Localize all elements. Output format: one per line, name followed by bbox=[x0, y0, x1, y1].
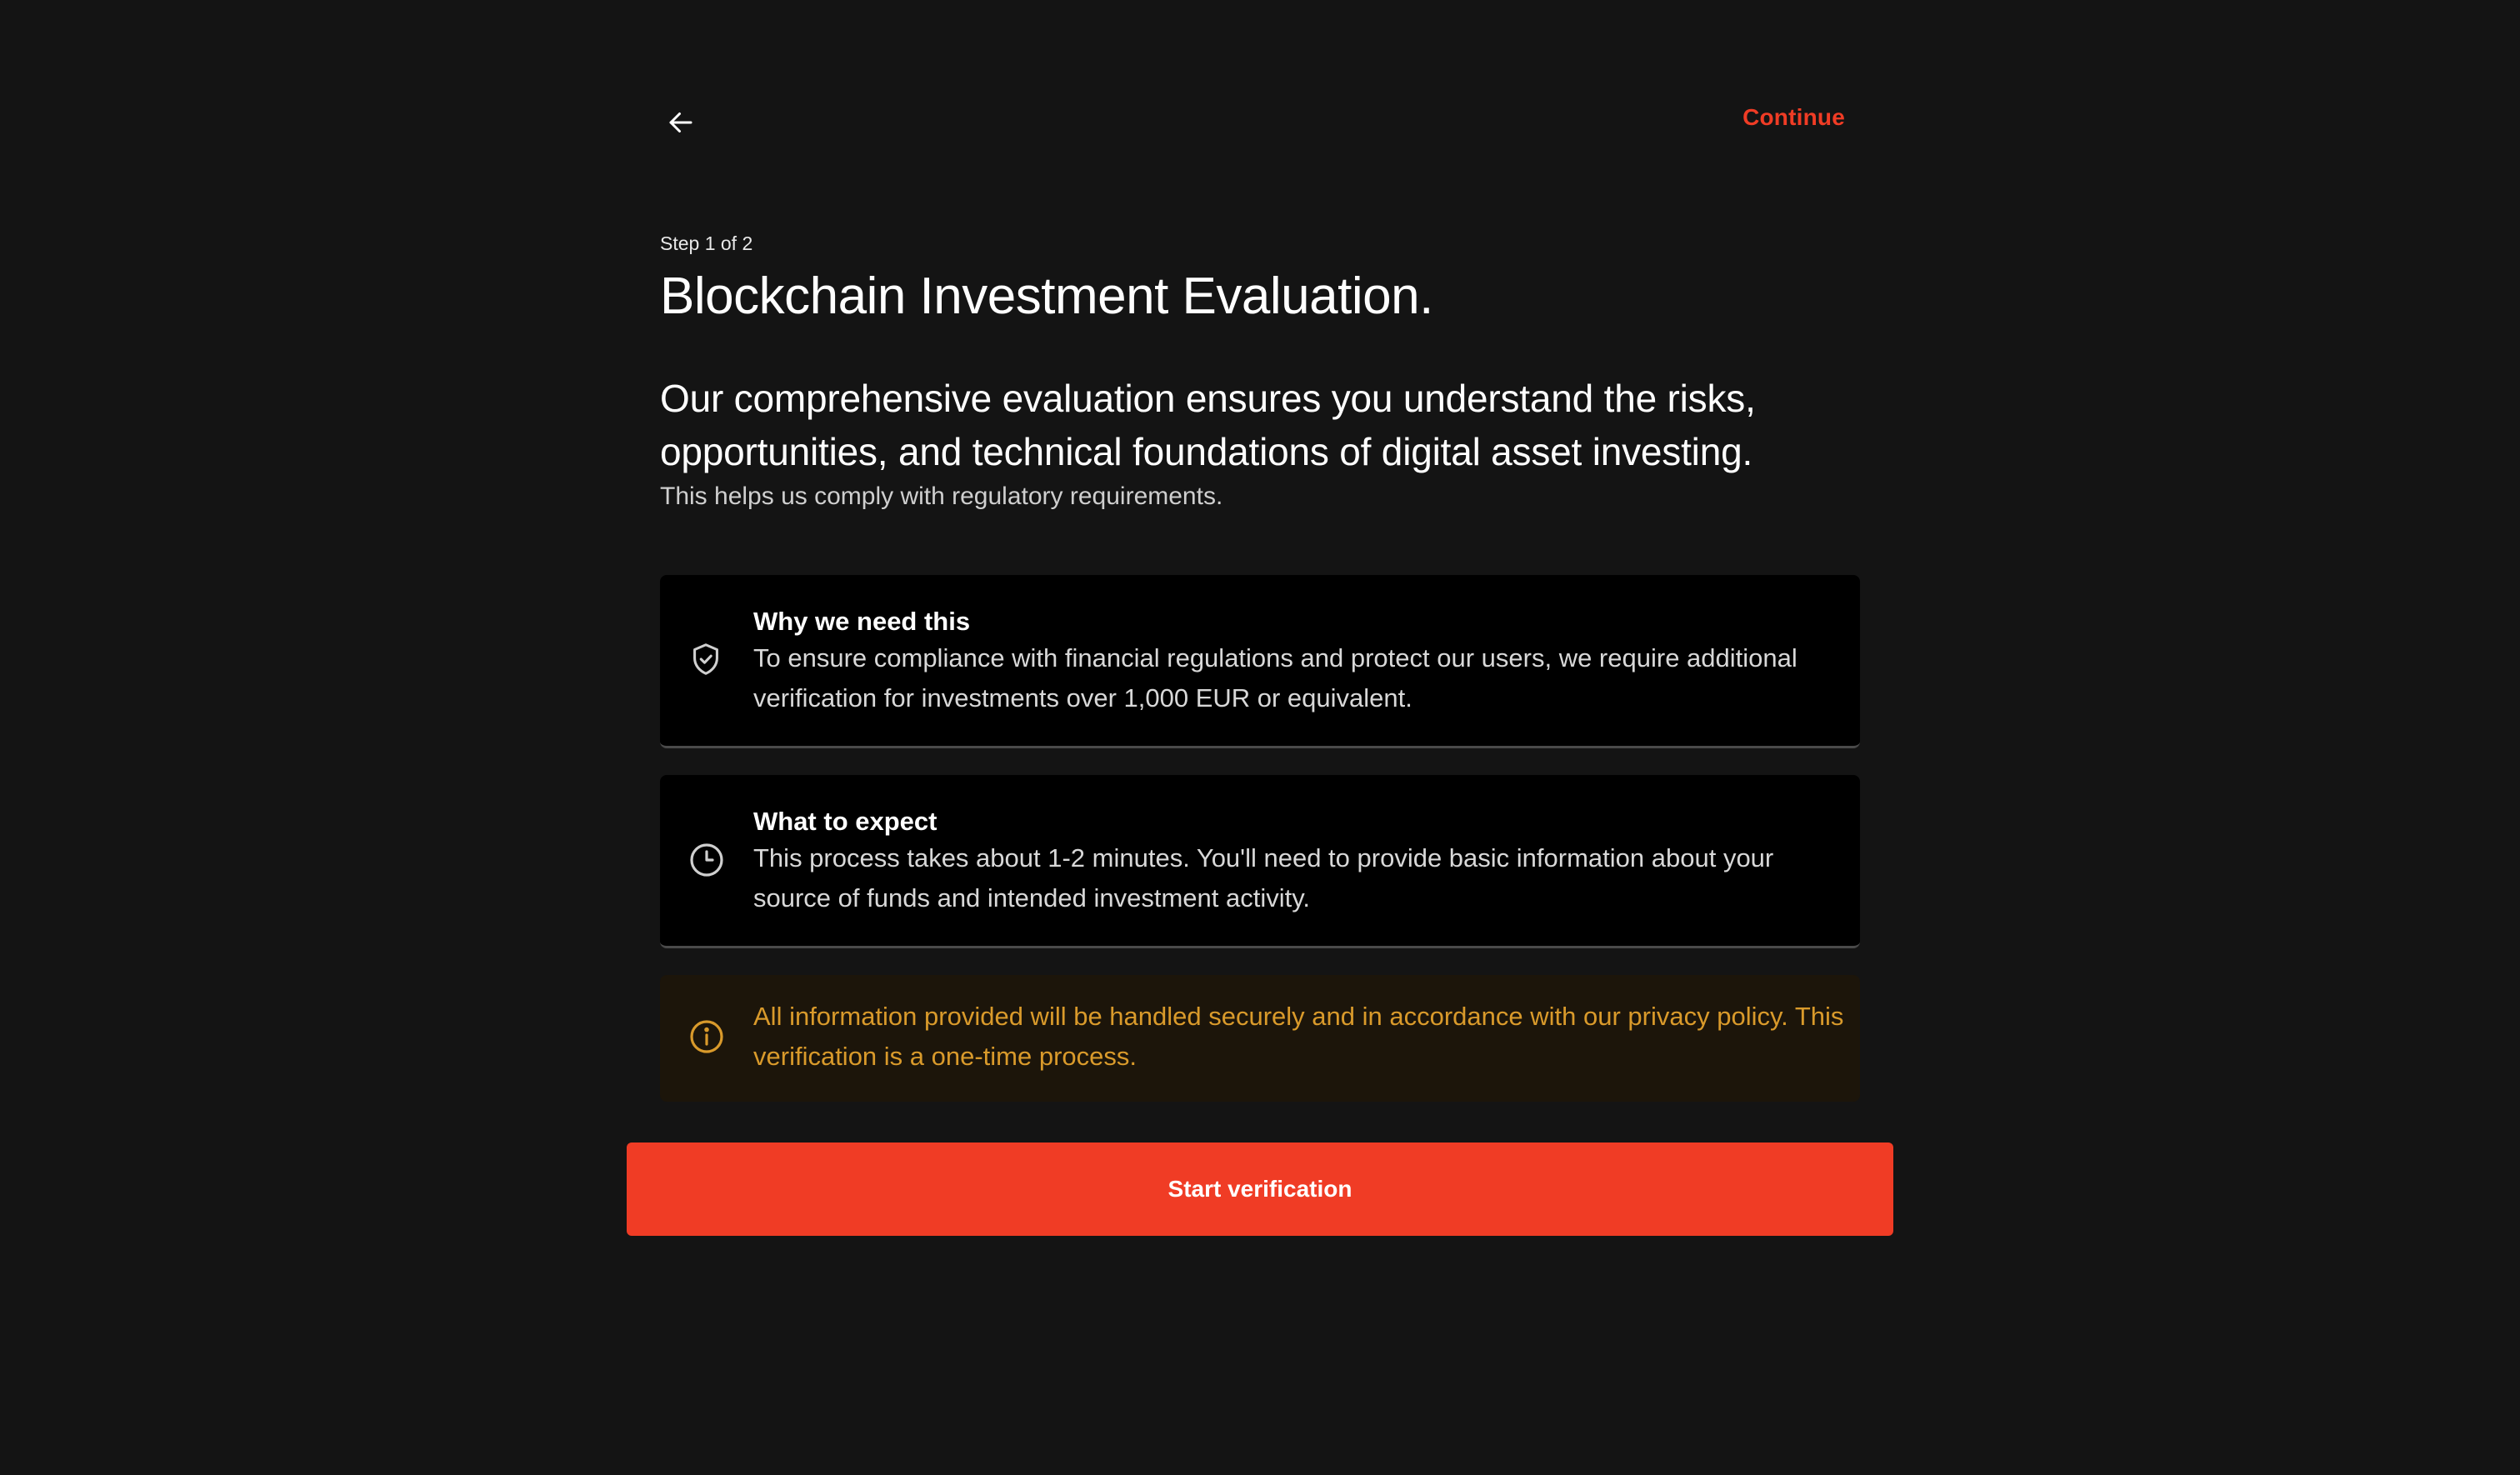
card-text: What to expect This process takes about … bbox=[753, 805, 1837, 918]
continue-link[interactable]: Continue bbox=[1742, 104, 1845, 131]
card-body: To ensure compliance with financial regu… bbox=[753, 643, 1798, 712]
card-body: This process takes about 1-2 minutes. Yo… bbox=[753, 843, 1774, 912]
clock-icon bbox=[687, 840, 727, 882]
step-indicator: Step 1 of 2 bbox=[660, 232, 753, 254]
lead-paragraph: Our comprehensive evaluation ensures you… bbox=[660, 377, 1756, 473]
page-title: Blockchain Investment Evaluation. bbox=[660, 268, 1433, 325]
top-bar: Continue bbox=[660, 92, 1860, 150]
info-card-why: Why we need this To ensure compliance wi… bbox=[660, 575, 1860, 748]
notice-text: All information provided will be handled… bbox=[753, 1002, 1844, 1071]
start-verification-button[interactable]: Start verification bbox=[627, 1142, 1893, 1236]
back-button[interactable] bbox=[660, 102, 702, 143]
card-title: Why we need this bbox=[753, 607, 971, 636]
info-icon bbox=[687, 1017, 728, 1058]
info-card-expect: What to expect This process takes about … bbox=[660, 775, 1860, 948]
intro-section: Step 1 of 2 Blockchain Investment Evalua… bbox=[660, 230, 1860, 515]
shield-check-icon bbox=[687, 640, 725, 682]
privacy-notice: All information provided will be handled… bbox=[660, 975, 1860, 1102]
sub-paragraph: This helps us comply with regulatory req… bbox=[660, 482, 1223, 510]
card-title: What to expect bbox=[753, 807, 938, 836]
card-text: Why we need this To ensure compliance wi… bbox=[753, 605, 1837, 718]
arrow-left-icon bbox=[669, 112, 692, 132]
verification-intro-page: Continue Step 1 of 2 Blockchain Investme… bbox=[0, 0, 2520, 1475]
